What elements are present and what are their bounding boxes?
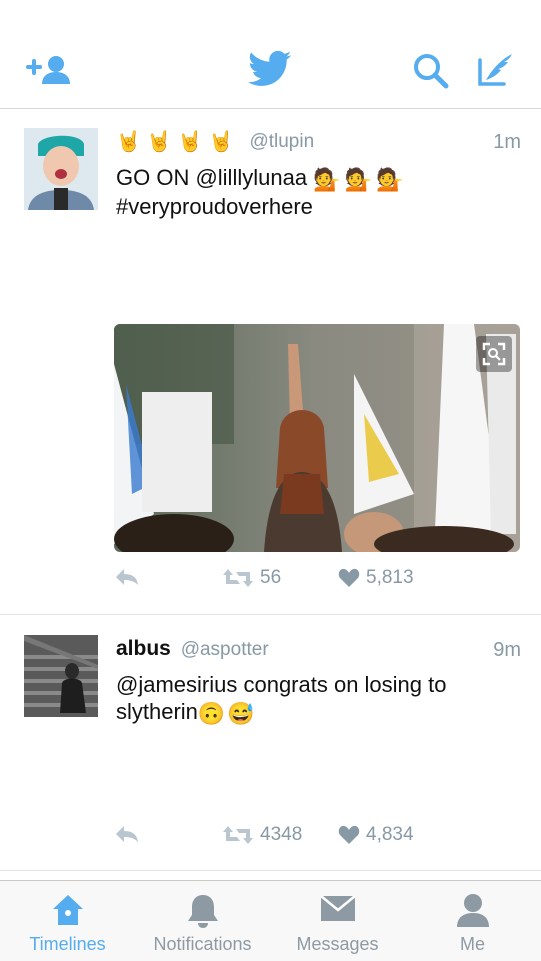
envelope-icon — [319, 895, 356, 921]
user-handle[interactable]: @aspotter — [181, 639, 269, 660]
expand-media-icon[interactable] — [476, 336, 512, 372]
tweet-header: albus @aspotter — [116, 637, 269, 661]
tweet-actions: 4348 4,834 — [0, 824, 541, 854]
retweet-icon — [223, 826, 253, 844]
avatar[interactable] — [24, 635, 98, 717]
tab-timelines[interactable]: Timelines — [0, 881, 135, 961]
retweet-icon — [223, 569, 253, 587]
tweet-media-image[interactable] — [114, 324, 520, 552]
heart-icon — [338, 568, 360, 587]
avatar-photo — [24, 635, 98, 717]
hashtag-link[interactable]: #veryproudoverhere — [116, 193, 516, 220]
reply-icon — [116, 826, 138, 842]
tweet-text: GO ON @lilllylunaa 💁💁💁 #veryproudoverher… — [116, 164, 516, 220]
tweet-emoji: 💁💁💁 — [313, 166, 408, 192]
tweet-text-line1: GO ON @lilllylunaa — [116, 165, 308, 190]
tweet-2[interactable]: albus @aspotter 9m @jamesirius congrats … — [0, 615, 541, 870]
tab-label: Timelines — [29, 934, 106, 954]
add-user-icon[interactable] — [26, 54, 72, 86]
display-name[interactable]: 🤘🤘🤘🤘 — [116, 129, 240, 154]
protest-photo — [114, 324, 520, 552]
retweet-count: 56 — [260, 567, 282, 588]
bottom-tab-bar: Timelines Notifications Messages Me — [0, 880, 541, 961]
compose-tweet-icon[interactable] — [476, 50, 516, 88]
tab-me[interactable]: Me — [405, 881, 540, 961]
search-icon[interactable] — [413, 53, 449, 89]
heart-icon — [338, 825, 360, 844]
display-name[interactable]: albus — [116, 637, 171, 660]
tab-label: Notifications — [153, 934, 252, 954]
home-icon — [52, 895, 83, 925]
tweet-timestamp: 9m — [493, 639, 521, 661]
like-count: 4,834 — [366, 824, 414, 845]
tweet-text-line1: @jamesirius congrats on losing to — [116, 672, 447, 697]
like-button[interactable]: 4,834 — [338, 824, 414, 846]
avatar[interactable] — [24, 128, 98, 210]
tweet-divider — [0, 870, 541, 871]
avatar-photo — [24, 128, 98, 210]
reply-button[interactable] — [114, 824, 140, 844]
like-button[interactable]: 5,813 — [338, 567, 414, 589]
user-handle[interactable]: @tlupin — [249, 131, 314, 152]
tweet-timestamp: 1m — [493, 131, 521, 153]
tab-label: Messages — [296, 934, 379, 954]
reply-icon — [116, 569, 138, 585]
retweet-count: 4348 — [260, 824, 303, 845]
tweet-1[interactable]: 🤘🤘🤘🤘 @tlupin 1m GO ON @lilllylunaa 💁💁💁 #… — [0, 109, 541, 614]
tab-messages[interactable]: Messages — [270, 881, 405, 961]
tweet-header: 🤘🤘🤘🤘 @tlupin — [116, 129, 314, 154]
tweet-emoji: 🙃😅 — [197, 700, 257, 726]
like-count: 5,813 — [366, 567, 414, 588]
retweet-button[interactable]: 56 — [222, 567, 281, 589]
tweet-actions: 56 5,813 — [0, 567, 541, 597]
top-navigation-bar — [0, 0, 541, 109]
reply-button[interactable] — [114, 567, 140, 587]
twitter-bird-logo[interactable] — [248, 50, 292, 88]
tab-notifications[interactable]: Notifications — [135, 881, 270, 961]
tab-label: Me — [459, 934, 485, 954]
bell-icon — [187, 895, 218, 928]
tweet-text: @jamesirius congrats on losing to slythe… — [116, 671, 516, 727]
tweet-text-line2: slytherin — [116, 699, 198, 724]
retweet-button[interactable]: 4348 — [222, 824, 302, 846]
person-icon — [456, 894, 489, 927]
